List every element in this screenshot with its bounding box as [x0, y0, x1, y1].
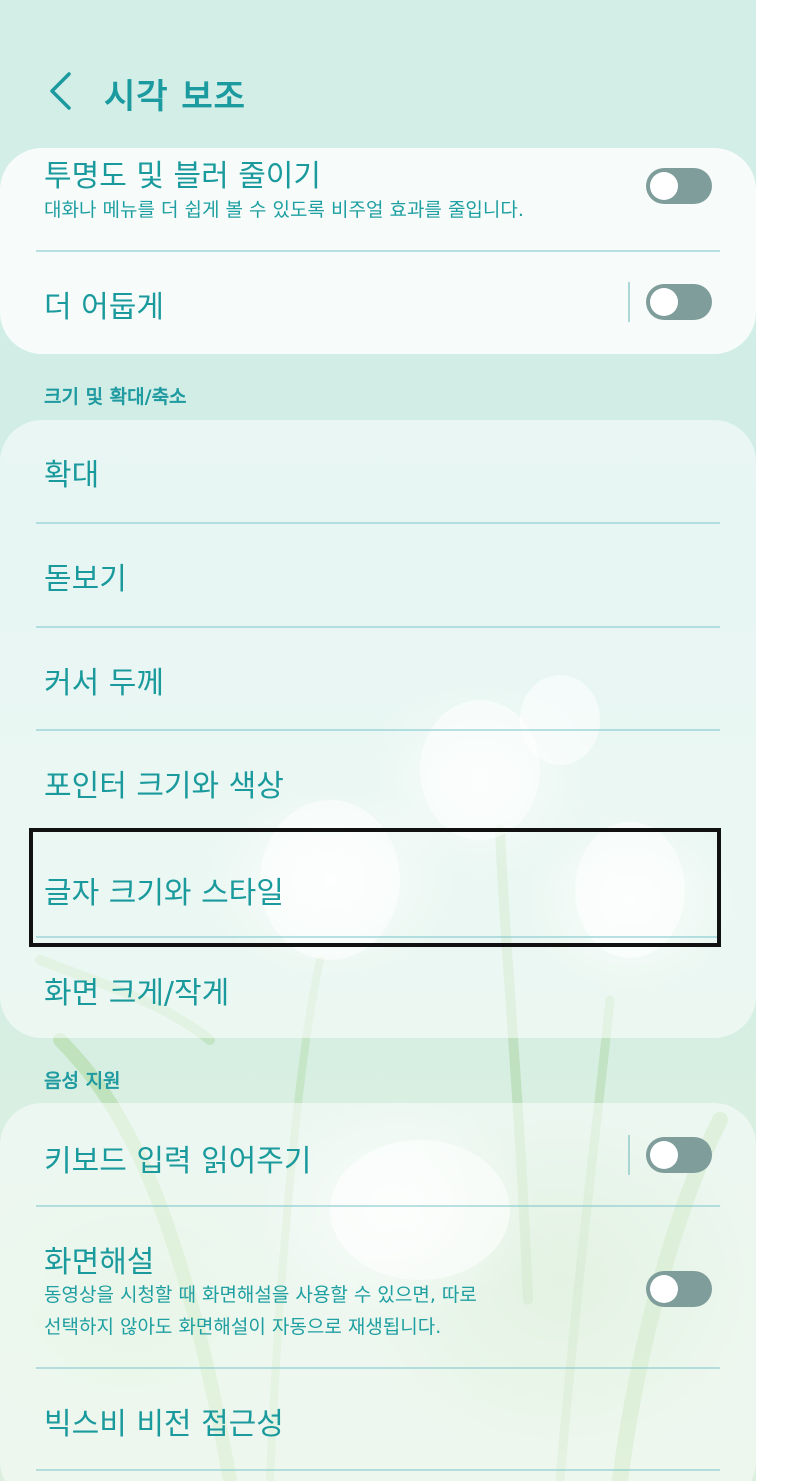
reduce-transparency-row[interactable]: 투명도 및 블러 줄이기 대화나 메뉴를 더 쉽게 볼 수 있도록 비주얼 효과… [0, 148, 756, 252]
toggle-knob [650, 1141, 678, 1169]
pointer-size-color-row[interactable]: 포인터 크기와 색상 [0, 731, 756, 833]
pointer-size-color-title: 포인터 크기와 색상 [44, 769, 284, 804]
keyboard-read-toggle[interactable] [646, 1137, 712, 1173]
keyboard-read-row[interactable]: 키보드 입력 읽어주기 [0, 1103, 756, 1206]
audio-description-row[interactable]: 화면해설 동영상을 시청할 때 화면해설을 사용할 수 있으면, 따로 선택하지… [0, 1207, 756, 1369]
chevron-left-icon [50, 72, 71, 110]
cursor-thickness-row[interactable]: 커서 두께 [0, 628, 756, 730]
section-header-voice: 음성 지원 [44, 1070, 121, 1092]
bixby-vision-title: 빅스비 비전 접근성 [44, 1407, 284, 1442]
voice-assist-card: 키보드 입력 읽어주기 화면해설 동영상을 시청할 때 화면해설을 사용할 수 … [0, 1103, 756, 1481]
keyboard-read-title: 키보드 입력 읽어주기 [44, 1144, 312, 1179]
reduce-transparency-title: 투명도 및 블러 줄이기 [44, 159, 322, 194]
audio-description-title: 화면해설 [44, 1245, 155, 1280]
audio-description-toggle[interactable] [646, 1271, 712, 1307]
audio-description-subtitle: 동영상을 시청할 때 화면해설을 사용할 수 있으면, 따로 선택하지 않아도 … [44, 1284, 477, 1338]
reduce-transparency-toggle[interactable] [646, 168, 712, 204]
screen-zoom-title: 화면 크게/작게 [44, 976, 230, 1011]
screen-zoom-row[interactable]: 화면 크게/작게 [0, 938, 756, 1038]
page-title: 시각 보조 [104, 77, 246, 117]
darker-title: 더 어둡게 [44, 290, 164, 325]
magnifier-title: 돋보기 [44, 562, 127, 597]
magnification-row[interactable]: 확대 [0, 420, 756, 523]
reduce-transparency-subtitle: 대화나 메뉴를 더 쉽게 볼 수 있도록 비주얼 효과를 줄입니다. [44, 199, 524, 221]
bixby-vision-row[interactable]: 빅스비 비전 접근성 [0, 1369, 756, 1469]
vertical-separator [628, 282, 630, 322]
back-button[interactable] [38, 69, 82, 113]
magnifier-row[interactable]: 돋보기 [0, 524, 756, 627]
divider [36, 1469, 720, 1471]
settings-screen: 시각 보조 투명도 및 블러 줄이기 대화나 메뉴를 더 쉽게 볼 수 있도록 … [0, 0, 756, 1481]
cursor-thickness-title: 커서 두께 [44, 666, 164, 701]
magnification-title: 확대 [44, 458, 100, 493]
highlight-box [29, 828, 721, 947]
toggle-knob [650, 172, 678, 200]
darker-row[interactable]: 더 어둡게 [0, 252, 756, 354]
toggle-knob [650, 1275, 678, 1303]
vertical-separator [628, 1135, 630, 1175]
darker-toggle[interactable] [646, 284, 712, 320]
app-bar: 시각 보조 [0, 55, 756, 125]
toggle-knob [650, 288, 678, 316]
section-header-size: 크기 및 확대/축소 [44, 386, 187, 408]
display-effects-card: 투명도 및 블러 줄이기 대화나 메뉴를 더 쉽게 볼 수 있도록 비주얼 효과… [0, 148, 756, 354]
